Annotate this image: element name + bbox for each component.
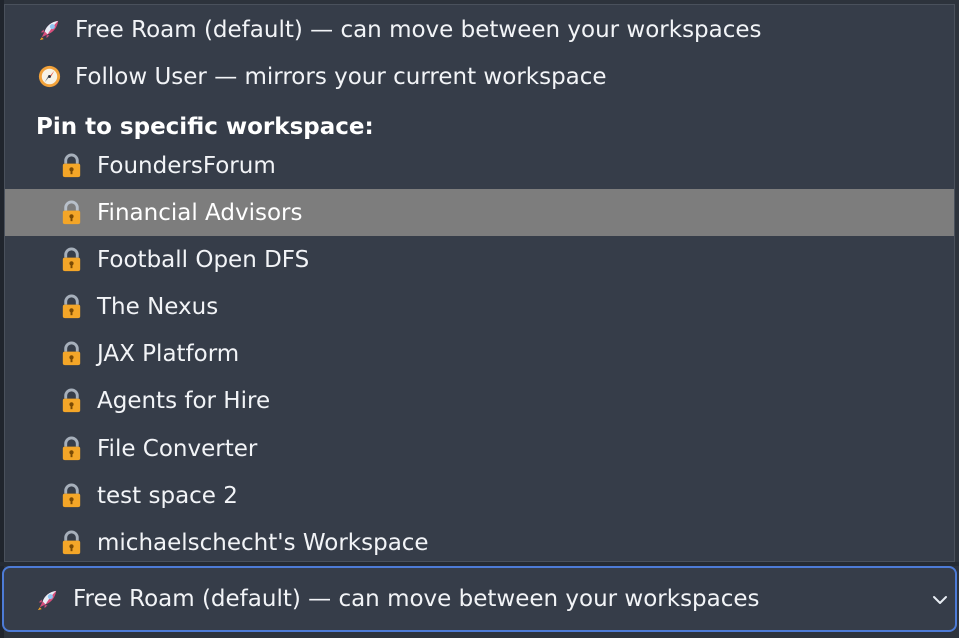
lock-icon (62, 483, 81, 508)
chevron-down-icon[interactable] (930, 590, 950, 610)
workspace-option[interactable]: test space 2 (5, 472, 954, 519)
option-free-roam[interactable]: Free Roam (default) — can move between y… (5, 6, 954, 53)
workspace-option[interactable]: File Converter (5, 425, 954, 472)
workspace-label: Football Open DFS (97, 246, 310, 273)
rocket-icon (39, 20, 59, 41)
workspace-option[interactable]: The Nexus (5, 283, 954, 330)
workspace-label: FoundersForum (97, 152, 276, 179)
lock-icon (62, 294, 81, 319)
workspace-option[interactable]: Football Open DFS (5, 236, 954, 283)
compass-icon (38, 65, 61, 88)
workspace-label: The Nexus (97, 293, 219, 320)
lock-icon (62, 388, 81, 413)
lock-icon (62, 341, 81, 366)
workspace-option[interactable]: michaelschecht's Workspace (5, 519, 954, 561)
lock-icon (62, 530, 81, 555)
lock-icon (62, 247, 81, 272)
workspace-label: michaelschecht's Workspace (97, 529, 429, 556)
workspace-option[interactable]: JAX Platform (5, 330, 954, 377)
workspace-label: Agents for Hire (97, 387, 271, 414)
workspace-label: File Converter (97, 435, 258, 462)
workspace-option[interactable]: FoundersForum (5, 142, 954, 189)
workspace-label: JAX Platform (97, 340, 240, 367)
workspace-mode-selector: Free Roam (default) — can move between y… (0, 0, 959, 638)
option-label: Follow User — mirrors your current works… (75, 63, 607, 90)
option-label: Free Roam (default) — can move between y… (75, 16, 762, 43)
lock-icon (62, 436, 81, 461)
lock-icon (62, 200, 81, 225)
workspace-label: Financial Advisors (97, 199, 303, 226)
option-follow-user[interactable]: Follow User — mirrors your current works… (5, 53, 954, 100)
workspace-option-highlighted[interactable]: Financial Advisors (5, 189, 954, 236)
workspace-option[interactable]: Agents for Hire (5, 377, 954, 424)
workspace-dropdown-list[interactable]: Free Roam (default) — can move between y… (4, 4, 955, 562)
workspace-mode-select[interactable]: Free Roam (default) — can move between y… (2, 566, 957, 632)
select-value: Free Roam (default) — can move between y… (73, 586, 760, 612)
rocket-icon (37, 590, 57, 610)
workspace-label: test space 2 (97, 482, 238, 509)
lock-icon (62, 153, 81, 178)
